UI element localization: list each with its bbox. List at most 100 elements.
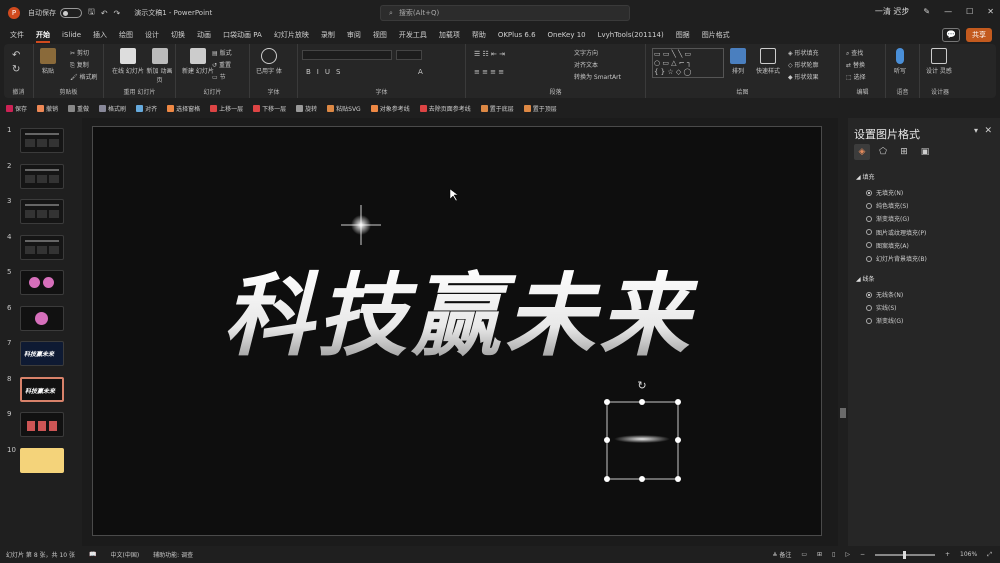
- tab-item[interactable]: 图据: [676, 30, 690, 40]
- resize-handle[interactable]: [604, 476, 610, 482]
- language-label[interactable]: 中文(中国): [110, 550, 139, 559]
- slide-thumbnail[interactable]: 科技赢未来: [20, 376, 64, 402]
- align-text-button[interactable]: 对齐文本: [574, 60, 598, 69]
- smartart-button[interactable]: 转换为 SmartArt: [574, 72, 621, 81]
- panel-dropdown-icon[interactable]: ▾: [974, 126, 978, 135]
- fit-slide-icon[interactable]: ⤢: [987, 551, 992, 559]
- tab-item[interactable]: 视图: [373, 30, 387, 40]
- tab-item[interactable]: 插入: [93, 30, 107, 40]
- new-slide-button[interactable]: 新建 幻灯片: [182, 48, 214, 75]
- shapes-gallery[interactable]: ▭ ▭ ╲ ╲ ▭ ○ ▭ △ ⌐ ┐{ } ☆ ◇ ◯: [652, 48, 724, 78]
- copy-button[interactable]: ⎘ 复制: [70, 60, 89, 70]
- minimize-icon[interactable]: —: [944, 7, 952, 16]
- font-name-field[interactable]: [302, 50, 392, 60]
- tab-item[interactable]: 帮助: [472, 30, 486, 40]
- resize-handle[interactable]: [675, 437, 681, 443]
- tab-item[interactable]: 口袋动画 PA: [223, 30, 262, 40]
- layout-button[interactable]: ▤ 版式: [212, 48, 232, 57]
- tab-item[interactable]: iSlide: [62, 31, 81, 39]
- vertical-scrollbar[interactable]: [838, 118, 848, 546]
- normal-view-icon[interactable]: ▭: [801, 551, 807, 558]
- animation-page-button[interactable]: 新加 动画页: [144, 48, 175, 84]
- qat-button[interactable]: 粘贴SVG: [327, 104, 361, 113]
- redo-icon[interactable]: ↷: [114, 9, 121, 18]
- qat-button[interactable]: 保存: [6, 104, 27, 113]
- tab-item[interactable]: 审阅: [347, 30, 361, 40]
- comment-icon[interactable]: 💬: [942, 28, 960, 42]
- radio-button[interactable]: [866, 215, 872, 222]
- font-size-field[interactable]: [396, 50, 422, 60]
- radio-button[interactable]: [866, 291, 872, 298]
- radio-option[interactable]: 渐变线(G): [866, 316, 903, 325]
- zoom-in-icon[interactable]: +: [945, 551, 950, 558]
- reading-view-icon[interactable]: ▯: [832, 551, 835, 558]
- qat-button[interactable]: 旋转: [296, 104, 317, 113]
- online-slides-button[interactable]: 在线 幻灯片: [112, 48, 144, 75]
- slide-headline[interactable]: 科技赢未来: [223, 264, 699, 369]
- picture-icon[interactable]: ▣: [917, 144, 933, 160]
- radio-option[interactable]: 图片或纹理填充(P): [866, 228, 926, 237]
- radio-option[interactable]: 无线条(N): [866, 290, 903, 299]
- qat-button[interactable]: 对象参考线: [370, 104, 410, 113]
- find-button[interactable]: ⌕ 查找: [846, 48, 863, 58]
- tab-item[interactable]: OneKey 10: [548, 31, 586, 39]
- maximize-icon[interactable]: ☐: [966, 7, 973, 16]
- slide-thumbnail[interactable]: [20, 234, 64, 260]
- slide-thumbnail[interactable]: [20, 412, 64, 437]
- share-button[interactable]: 共享: [966, 28, 992, 42]
- resize-handle[interactable]: [639, 399, 645, 405]
- pen-icon[interactable]: ✎: [923, 7, 930, 16]
- resize-handle[interactable]: [675, 399, 681, 405]
- qat-button[interactable]: 置于底层: [480, 104, 514, 113]
- tab-item[interactable]: 幻灯片放映: [274, 30, 309, 40]
- shape-fill-button[interactable]: ◈ 形状填充: [788, 48, 819, 57]
- zoom-out-icon[interactable]: −: [860, 551, 865, 558]
- tab-item[interactable]: 设计: [145, 30, 159, 40]
- radio-option[interactable]: 无填充(N): [866, 188, 903, 197]
- font-style-buttons[interactable]: BIUS: [306, 68, 346, 76]
- shape-outline-button[interactable]: ◇ 形状轮廓: [788, 60, 819, 69]
- bullets-icon[interactable]: ☰ ☷ ⇤ ⇥: [474, 50, 505, 58]
- resize-handle[interactable]: [639, 476, 645, 482]
- radio-button[interactable]: [866, 189, 872, 196]
- align-icons[interactable]: ≡ ≡ ≡ ≡: [474, 68, 504, 76]
- slide-thumbnail[interactable]: [20, 305, 64, 331]
- resize-handle[interactable]: [604, 399, 610, 405]
- qat-button[interactable]: 格式刷: [99, 104, 126, 113]
- select-button[interactable]: ⬚ 选择: [846, 72, 866, 81]
- line-section-header[interactable]: ◢ 线条: [856, 274, 875, 283]
- tab-item[interactable]: 图片格式: [702, 30, 730, 40]
- qat-button[interactable]: 置于顶层: [523, 104, 557, 113]
- effects-icon[interactable]: ⬠: [875, 144, 891, 160]
- radio-button[interactable]: [866, 255, 872, 262]
- format-painter-button[interactable]: 🖌 格式刷: [70, 72, 98, 81]
- accessibility-label[interactable]: 辅助功能: 调查: [153, 550, 193, 559]
- user-name[interactable]: 一清 迟步: [875, 6, 910, 17]
- tab-item[interactable]: 动画: [197, 30, 211, 40]
- fill-line-icon[interactable]: ◈: [854, 144, 870, 160]
- radio-option[interactable]: 图案填充(A): [866, 241, 909, 250]
- scrollbar-thumb[interactable]: [840, 408, 846, 418]
- slide-thumbnail[interactable]: [20, 447, 64, 473]
- save-icon[interactable]: 🖫: [88, 6, 95, 20]
- text-direction-button[interactable]: 文字方向: [574, 48, 598, 57]
- spelling-icon[interactable]: 📖: [89, 551, 96, 558]
- slide-thumbnail[interactable]: 科技赢未来: [20, 341, 64, 366]
- arrange-button[interactable]: 排列: [730, 48, 746, 75]
- qat-button[interactable]: 重做: [68, 104, 89, 113]
- qat-button[interactable]: 去除页面参考线: [419, 104, 471, 113]
- tab-item[interactable]: LvyhTools(201114): [598, 31, 664, 39]
- rotate-handle-icon[interactable]: ↻: [637, 379, 646, 392]
- qat-button[interactable]: 对齐: [136, 104, 157, 113]
- radio-button[interactable]: [866, 229, 872, 236]
- radio-button[interactable]: [866, 317, 872, 324]
- search-input[interactable]: ⌕ 搜索(Alt+Q): [380, 5, 630, 21]
- slide-8[interactable]: 科技赢未来 ↻: [92, 126, 822, 536]
- tab-item[interactable]: 开发工具: [399, 30, 427, 40]
- radio-option[interactable]: 纯色填充(S): [866, 201, 909, 210]
- size-properties-icon[interactable]: ⊞: [896, 144, 912, 160]
- slideshow-icon[interactable]: ▷: [845, 551, 850, 558]
- qat-button[interactable]: 撤销: [37, 104, 58, 113]
- fill-section-header[interactable]: ◢ 填充: [856, 172, 875, 181]
- reset-button[interactable]: ↺ 重置: [212, 60, 231, 69]
